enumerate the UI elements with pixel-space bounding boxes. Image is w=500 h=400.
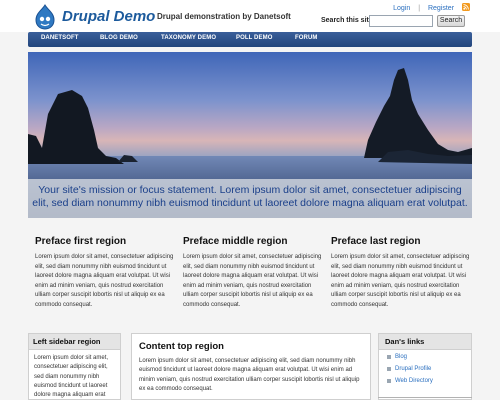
preface-middle-body: Lorem ipsum dolor sit amet, consectetuer… — [183, 254, 322, 308]
left-sidebar: Left sidebar region Lorem ipsum dolor si… — [28, 333, 121, 400]
link-web-directory-label[interactable]: Web Directory — [395, 378, 433, 384]
search-button[interactable]: Search — [437, 15, 465, 27]
preface-last: Preface last region Lorem ipsum dolor si… — [331, 236, 471, 311]
preface-first-body: Lorem ipsum dolor sit amet, consectetuer… — [35, 254, 174, 308]
preface-first-title: Preface first region — [35, 236, 127, 247]
nav-item-poll-demo[interactable]: POLL DEMO — [236, 35, 272, 41]
link-blog-label[interactable]: Blog — [395, 354, 407, 360]
primary-nav: DANETSOFT BLOG DEMO TAXONOMY DEMO POLL D… — [28, 32, 472, 47]
square-bullet-icon — [387, 379, 391, 383]
square-bullet-icon — [387, 355, 391, 359]
nav-item-danetsoft[interactable]: DANETSOFT — [41, 35, 79, 41]
nav-item-taxonomy-demo[interactable]: TAXONOMY DEMO — [161, 35, 216, 41]
content-top-body: Lorem ipsum dolor sit amet, consectetuer… — [139, 358, 360, 392]
link-blog[interactable]: Blog — [387, 354, 471, 366]
search-input[interactable] — [369, 15, 433, 27]
login-link[interactable]: Login — [393, 5, 410, 12]
site-name[interactable]: Drupal Demo — [62, 8, 155, 25]
divider — [378, 397, 472, 398]
preface-last-title: Preface last region — [331, 236, 421, 247]
content-top: Content top region Lorem ipsum dolor sit… — [131, 333, 371, 400]
drupal-drop-icon[interactable] — [34, 4, 56, 30]
rss-feed-icon[interactable] — [462, 3, 470, 11]
left-sidebar-body: Lorem ipsum dolor sit amet, consectetuer… — [34, 355, 109, 399]
banner-image: Your site's mission or focus statement. … — [28, 52, 472, 218]
link-web-directory[interactable]: Web Directory — [387, 378, 471, 390]
link-separator: | — [418, 5, 421, 12]
search-label: Search this site: — [321, 17, 376, 24]
link-drupal-profile-label[interactable]: Drupal Profile — [395, 366, 431, 372]
mission-statement: Your site's mission or focus statement. … — [32, 184, 468, 209]
nav-item-forum[interactable]: FORUM — [295, 35, 318, 41]
right-sidebar: Dan's links Blog Drupal Profile Web Dire… — [378, 333, 472, 400]
preface-middle: Preface middle region Lorem ipsum dolor … — [183, 236, 323, 311]
site-header: Drupal Demo Drupal demonstration by Dane… — [0, 0, 500, 32]
nav-item-blog-demo[interactable]: BLOG DEMO — [100, 35, 138, 41]
preface-middle-title: Preface middle region — [183, 236, 288, 247]
register-link[interactable]: Register — [428, 5, 454, 12]
content-top-title: Content top region — [139, 341, 224, 352]
preface-last-body: Lorem ipsum dolor sit amet, consectetuer… — [331, 254, 470, 308]
dans-links-title: Dan's links — [379, 334, 471, 350]
preface-first: Preface first region Lorem ipsum dolor s… — [35, 236, 175, 311]
left-sidebar-title: Left sidebar region — [29, 334, 120, 350]
square-bullet-icon — [387, 367, 391, 371]
link-drupal-profile[interactable]: Drupal Profile — [387, 366, 471, 378]
site-slogan: Drupal demonstration by Danetsoft — [157, 12, 291, 21]
dans-links-list: Blog Drupal Profile Web Directory — [379, 350, 471, 390]
mission-box: Your site's mission or focus statement. … — [28, 179, 472, 218]
user-links: Login | Register — [387, 3, 470, 12]
